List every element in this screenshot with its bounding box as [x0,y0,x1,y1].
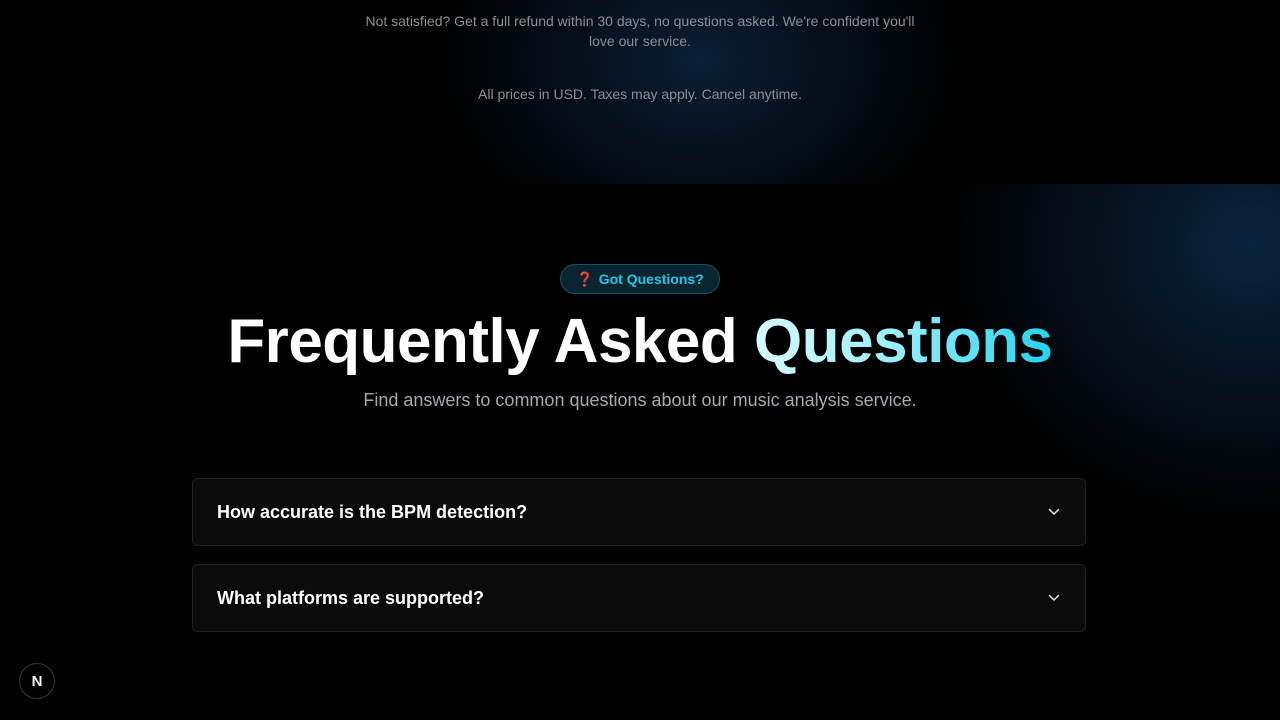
nextjs-dev-indicator-button[interactable]: N [19,663,55,699]
question-mark-icon: ❓ [576,270,594,287]
nextjs-logo-icon: N [31,672,43,690]
pricing-footer-section: Not satisfied? Get a full refund within … [0,0,1280,184]
faq-item-bpm-accuracy[interactable]: How accurate is the BPM detection? [192,478,1086,546]
faq-badge: ❓ Got Questions? [560,264,720,294]
faq-title-accent: Questions [754,307,1053,376]
faq-question: How accurate is the BPM detection? [217,501,528,522]
refund-guarantee-text: Not satisfied? Get a full refund within … [365,13,915,49]
faq-question: What platforms are supported? [217,587,485,608]
page: Not satisfied? Get a full refund within … [0,0,1280,720]
chevron-down-icon[interactable] [1047,591,1061,605]
faq-title-plain: Frequently Asked [227,307,738,376]
chevron-down-icon[interactable] [1047,505,1061,519]
faq-subtitle: Find answers to common questions about o… [363,390,917,410]
faq-badge-label: Got Questions? [598,271,704,287]
faq-item-platforms[interactable]: What platforms are supported? [192,564,1086,632]
faq-title: Frequently Asked Questions [0,306,1280,378]
prices-disclaimer-text: All prices in USD. Taxes may apply. Canc… [478,86,802,102]
